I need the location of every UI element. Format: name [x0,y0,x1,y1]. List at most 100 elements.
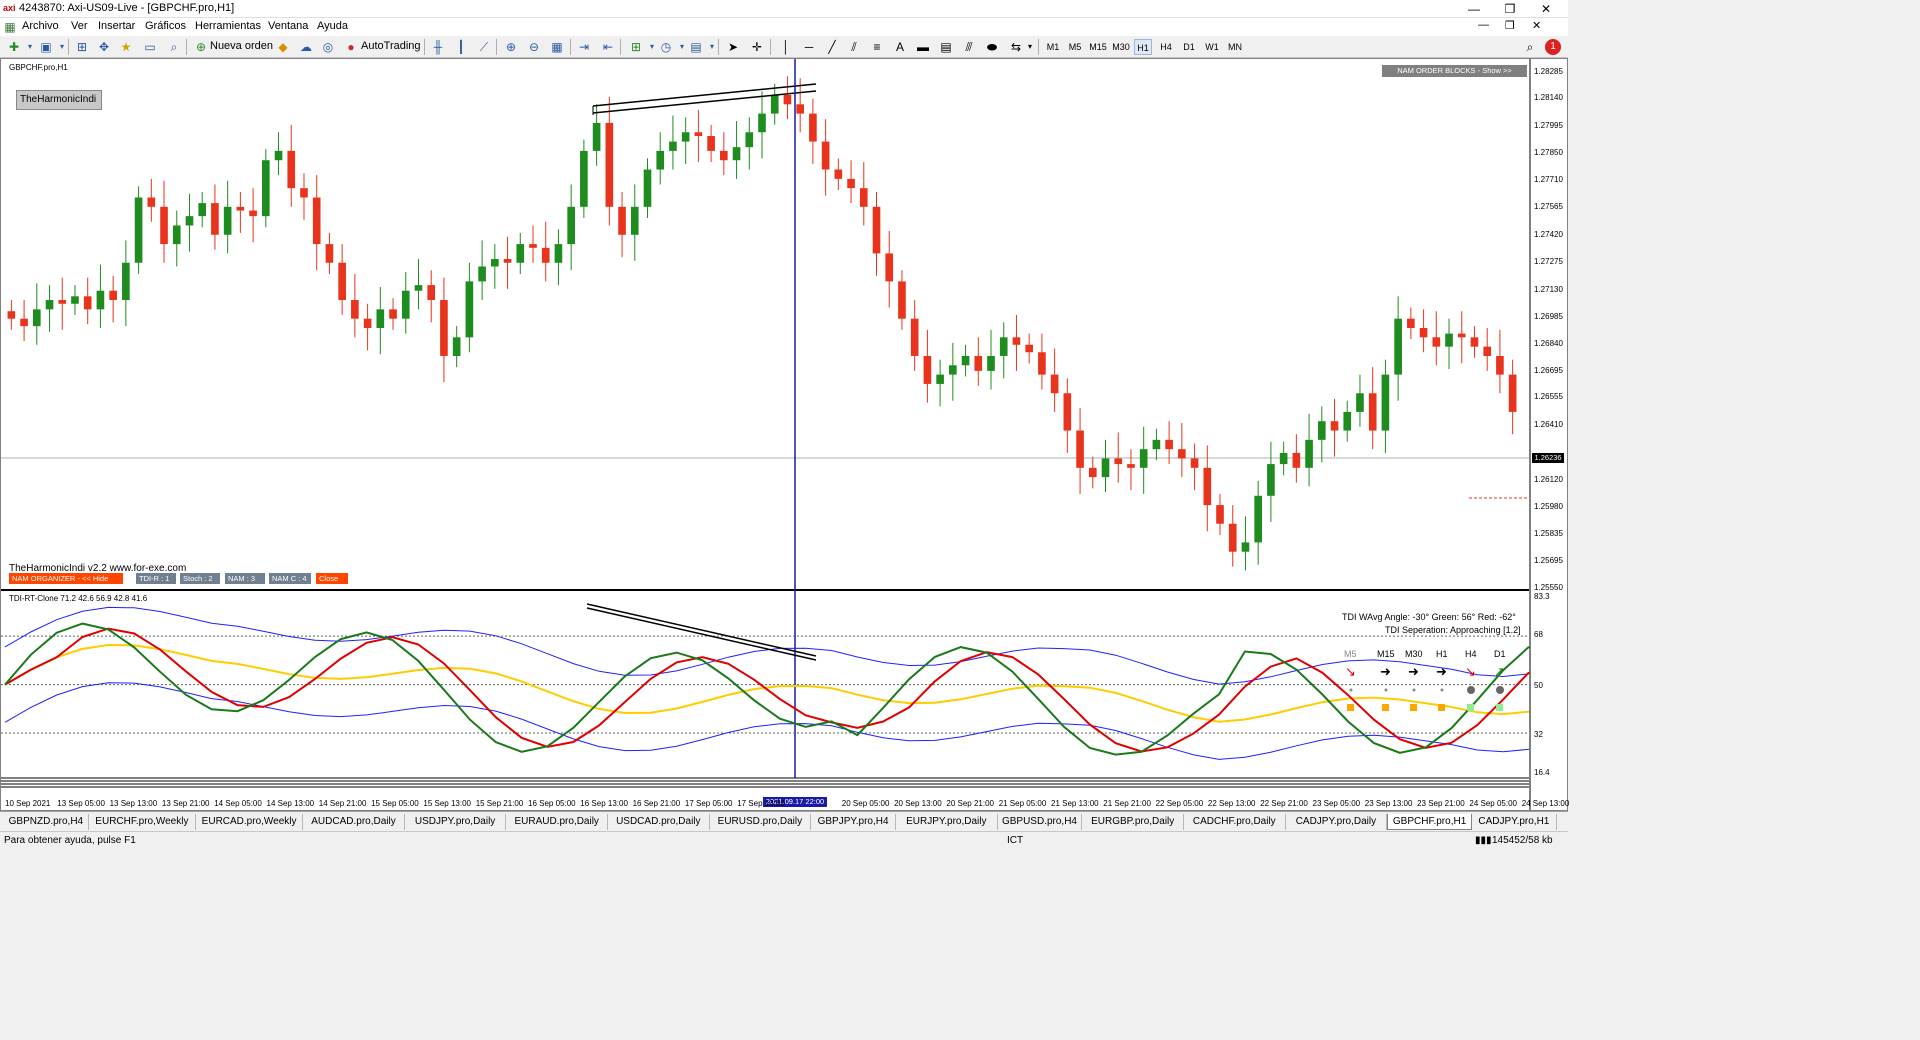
zoom-out-icon[interactable]: ⊖ [526,39,542,55]
candle-body [1139,449,1148,468]
tdi-r-button[interactable]: TDI-R : 1 [136,573,176,584]
price-tick-label: 1.27420 [1534,230,1563,239]
zoom-in-icon[interactable]: ⊕ [503,39,519,55]
menu-graficos[interactable]: Gráficos [145,20,186,32]
search-icon[interactable]: ⌕ [1522,39,1538,55]
dropdown-icon[interactable]: ▾ [22,39,38,55]
metaeditor-icon[interactable]: ◆ [275,39,291,55]
menu-archivo[interactable]: Archivo [22,20,59,32]
gann-icon[interactable]: ▤ [938,39,954,55]
autotrading-button[interactable]: AutoTrading [361,40,421,52]
templates-icon[interactable]: ▤ [688,39,704,55]
channel-icon[interactable]: ⫽ [846,39,862,55]
indicators-icon[interactable]: ⊞ [628,39,644,55]
tf-mn[interactable]: MN [1226,39,1244,55]
close-indicator-button[interactable]: Close [316,573,348,584]
menu-ver[interactable]: Ver [71,20,88,32]
candle-body [1457,333,1466,338]
tf-m1[interactable]: M1 [1044,39,1062,55]
chart-tab[interactable]: AUDCAD.pro,Daily [303,814,405,830]
chart-tab[interactable]: CADJPY.pro,Daily [1286,814,1388,830]
tf-h1[interactable]: H1 [1134,39,1152,55]
line-chart-icon[interactable]: ⟋ [476,39,492,55]
tile-windows-icon[interactable]: ▦ [549,39,565,55]
nam-c-button[interactable]: NAM C : 4 [269,573,311,584]
nam-organizer-button[interactable]: NAM ORGANIZER - << Hide [9,573,123,584]
text-icon[interactable]: A [892,39,908,55]
fibonacci-icon[interactable]: ≡ [869,39,885,55]
label-icon[interactable]: ▬ [915,39,931,55]
trendline-icon[interactable]: ╱ [824,39,840,55]
chart-tab[interactable]: CADCHF.pro,Daily [1184,814,1286,830]
tf-d1[interactable]: D1 [1180,39,1198,55]
chart-tab[interactable]: GBPUSD.pro,H4 [998,814,1083,830]
chart-tab[interactable]: USDCAD.pro,Daily [608,814,710,830]
terminal-icon[interactable]: ▭ [142,39,158,55]
candle-body [172,225,181,245]
close-button[interactable]: ✕ [1524,0,1568,18]
child-close-button[interactable]: ✕ [1532,19,1541,32]
ellipse-icon[interactable]: ⬬ [984,39,1000,55]
horizontal-line-icon[interactable]: ─ [801,39,817,55]
new-order-button[interactable]: Nueva orden [210,40,273,52]
candle-body [223,206,232,235]
notification-badge[interactable]: 1 [1545,39,1561,55]
stoch-button[interactable]: Stoch : 2 [180,573,220,584]
menu-ayuda[interactable]: Ayuda [317,20,348,32]
harmonic-indi-button[interactable]: TheHarmonicIndi [16,90,102,110]
chart-tab[interactable]: EURAUD.pro,Daily [506,814,608,830]
community-icon[interactable]: ☁ [298,39,314,55]
chart-tab[interactable]: GBPNZD.pro,H4 [4,814,89,830]
chart-tab[interactable]: EURGBP.pro,Daily [1082,814,1184,830]
cursor-icon[interactable]: ➤ [725,39,741,55]
time-tick-label: 21 Sep 13:00 [1051,799,1099,808]
tdi-tick-label: 50 [1534,681,1543,690]
dropdown-icon[interactable]: ▾ [1022,39,1038,55]
tf-m15[interactable]: M15 [1088,39,1108,55]
bar-chart-icon[interactable]: ╫ [430,39,446,55]
chart-shift-icon[interactable]: ⇤ [600,39,616,55]
chart-tab[interactable]: EURCHF.pro,Weekly [89,814,196,830]
tf-w1[interactable]: W1 [1203,39,1221,55]
data-window-icon[interactable]: ✥ [96,39,112,55]
app-menu-icon[interactable]: ▦ [2,19,18,35]
time-tick-label: 16 Sep 21:00 [632,799,681,808]
child-minimize-button[interactable]: — [1478,19,1489,31]
chart-tab[interactable]: EURCAD.pro,Weekly [196,814,304,830]
auto-scroll-icon[interactable]: ⇥ [576,39,592,55]
chart-tab[interactable]: EURUSD.pro,Daily [710,814,812,830]
menu-insertar[interactable]: Insertar [98,20,135,32]
nam-order-blocks-button[interactable]: NAM ORDER BLOCKS - Show >> [1382,65,1527,77]
chart-tab[interactable]: GBPCHF.pro,H1 [1387,814,1472,830]
profiles-icon[interactable]: ▣ [38,39,54,55]
child-restore-button[interactable]: ❐ [1505,19,1515,32]
nam-button[interactable]: NAM : 3 [225,573,265,584]
market-watch-icon[interactable]: ⊞ [74,39,90,55]
chart-tab[interactable]: EURJPY.pro,Daily [896,814,998,830]
chart-tab[interactable]: CADJPY.pro,H1 [1472,814,1557,830]
candle-body [160,206,168,245]
new-chart-icon[interactable]: ✚ [6,39,22,55]
candle-body [720,150,728,161]
chart-tab[interactable]: GBPJPY.pro,H4 [811,814,896,830]
crosshair-icon[interactable]: ✛ [749,39,765,55]
periods-icon[interactable]: ◷ [658,39,674,55]
autotrading-icon[interactable]: ● [343,39,359,55]
menu-herramientas[interactable]: Herramientas [195,20,261,32]
tf-m30[interactable]: M30 [1111,39,1131,55]
navigator-icon[interactable]: ★ [118,39,134,55]
candle-body [1127,464,1135,468]
chart-tab[interactable]: USDJPY.pro,Daily [405,814,507,830]
pitchfork-icon[interactable]: ⫻ [961,39,977,55]
mtf-arrow-icon: ➜ [1436,665,1447,680]
chart-window[interactable]: ↘ ➜ ➜ ➜ ↘ ↗ GBPCHF.pro,H1 TheHarmonicIndi NAM… [0,58,1569,811]
signals-icon[interactable]: ◎ [320,39,336,55]
menu-ventana[interactable]: Ventana [268,20,308,32]
vertical-line-icon[interactable]: │ [778,39,794,55]
new-order-icon[interactable]: ⊕ [193,39,209,55]
candle-body [1241,542,1250,552]
tf-h4[interactable]: H4 [1157,39,1175,55]
candlestick-icon[interactable]: ┃ [453,39,469,55]
tester-icon[interactable]: ⌕ [166,39,182,55]
tf-m5[interactable]: M5 [1066,39,1084,55]
